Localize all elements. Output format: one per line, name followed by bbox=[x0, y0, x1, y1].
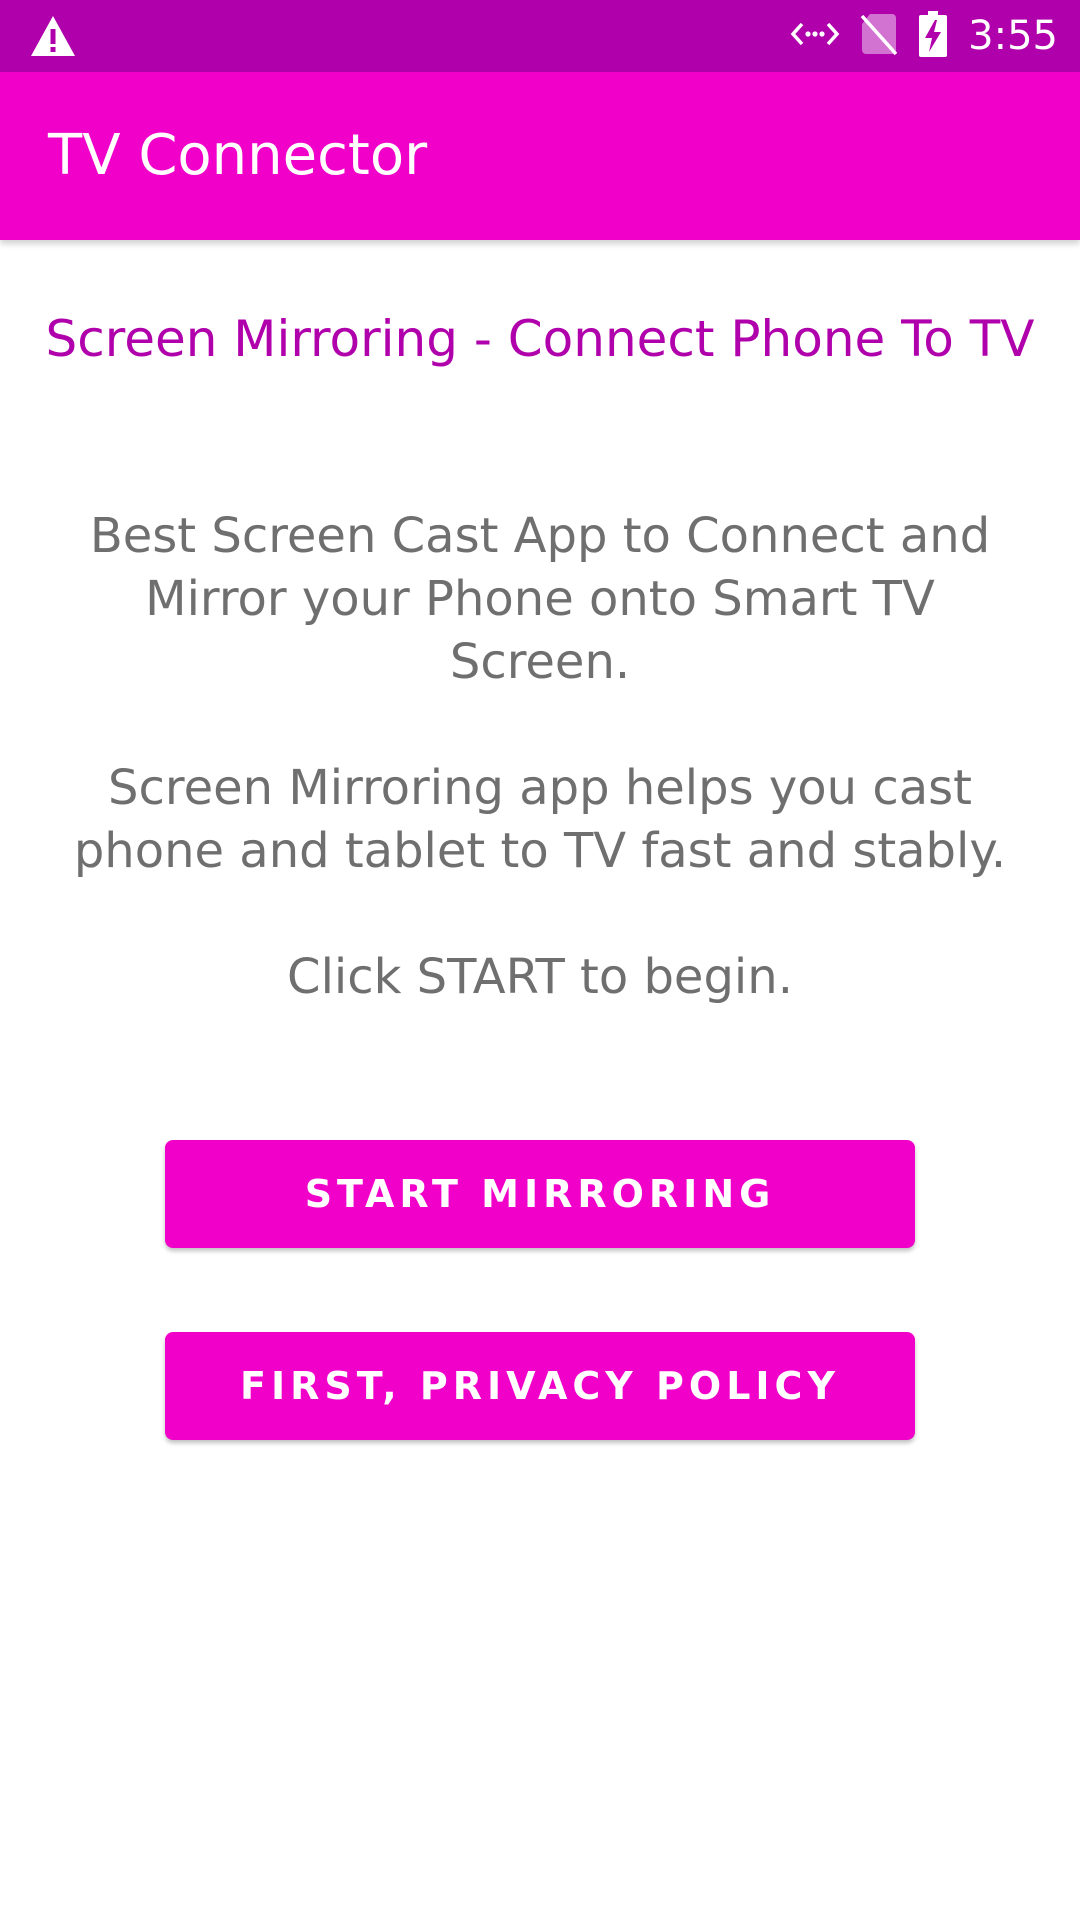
description-paragraph-3: Click START to begin. bbox=[287, 949, 793, 1005]
status-time: 3:55 bbox=[968, 13, 1058, 59]
data-transfer-icon bbox=[790, 14, 840, 58]
page-headline: Screen Mirroring - Connect Phone To TV bbox=[45, 310, 1035, 368]
status-icons: 3:55 bbox=[790, 0, 1058, 72]
description: Best Screen Cast App to Connect and Mirr… bbox=[60, 505, 1020, 1009]
app-title: TV Connector bbox=[48, 123, 428, 188]
privacy-policy-button[interactable]: FIRST, PRIVACY POLICY bbox=[165, 1332, 915, 1440]
status-bar: 3:55 bbox=[0, 0, 1080, 72]
no-sim-icon bbox=[860, 12, 898, 60]
description-paragraph-2: Screen Mirroring app helps you cast phon… bbox=[73, 760, 1007, 879]
battery-charging-icon bbox=[918, 10, 948, 62]
description-paragraph-1: Best Screen Cast App to Connect and Mirr… bbox=[89, 508, 991, 690]
start-mirroring-button[interactable]: START MIRRORING bbox=[165, 1140, 915, 1248]
warning-icon bbox=[28, 12, 78, 60]
app-bar: TV Connector bbox=[0, 72, 1080, 240]
